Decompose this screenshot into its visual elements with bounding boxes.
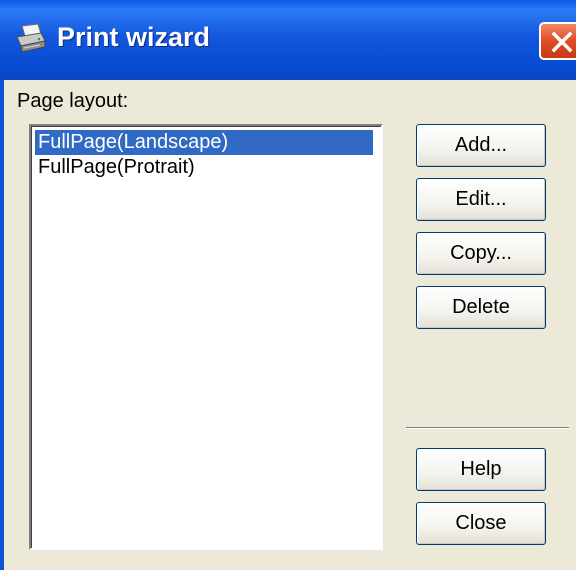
- window-left-border: [0, 80, 4, 570]
- close-window-button[interactable]: [539, 22, 576, 60]
- copy-button[interactable]: Copy...: [416, 232, 546, 275]
- close-x-icon: [551, 31, 573, 53]
- help-button[interactable]: Help: [416, 448, 546, 491]
- list-item-fullpage-protrait[interactable]: FullPage(Protrait): [35, 155, 198, 180]
- printer-icon: [14, 22, 48, 56]
- title-bar[interactable]: Print wizard: [0, 0, 576, 80]
- page-layout-list[interactable]: FullPage(Landscape) FullPage(Protrait): [29, 124, 383, 550]
- edit-button[interactable]: Edit...: [416, 178, 546, 221]
- add-button[interactable]: Add...: [416, 124, 546, 167]
- page-layout-label: Page layout:: [17, 90, 129, 112]
- print-wizard-dialog: Print wizard Page layout: FullPage(Lands…: [0, 0, 576, 570]
- button-separator: [406, 427, 569, 429]
- list-item-fullpage-landscape[interactable]: FullPage(Landscape): [35, 130, 373, 155]
- window-title: Print wizard: [57, 22, 211, 52]
- delete-button[interactable]: Delete: [416, 286, 546, 329]
- close-button[interactable]: Close: [416, 502, 546, 545]
